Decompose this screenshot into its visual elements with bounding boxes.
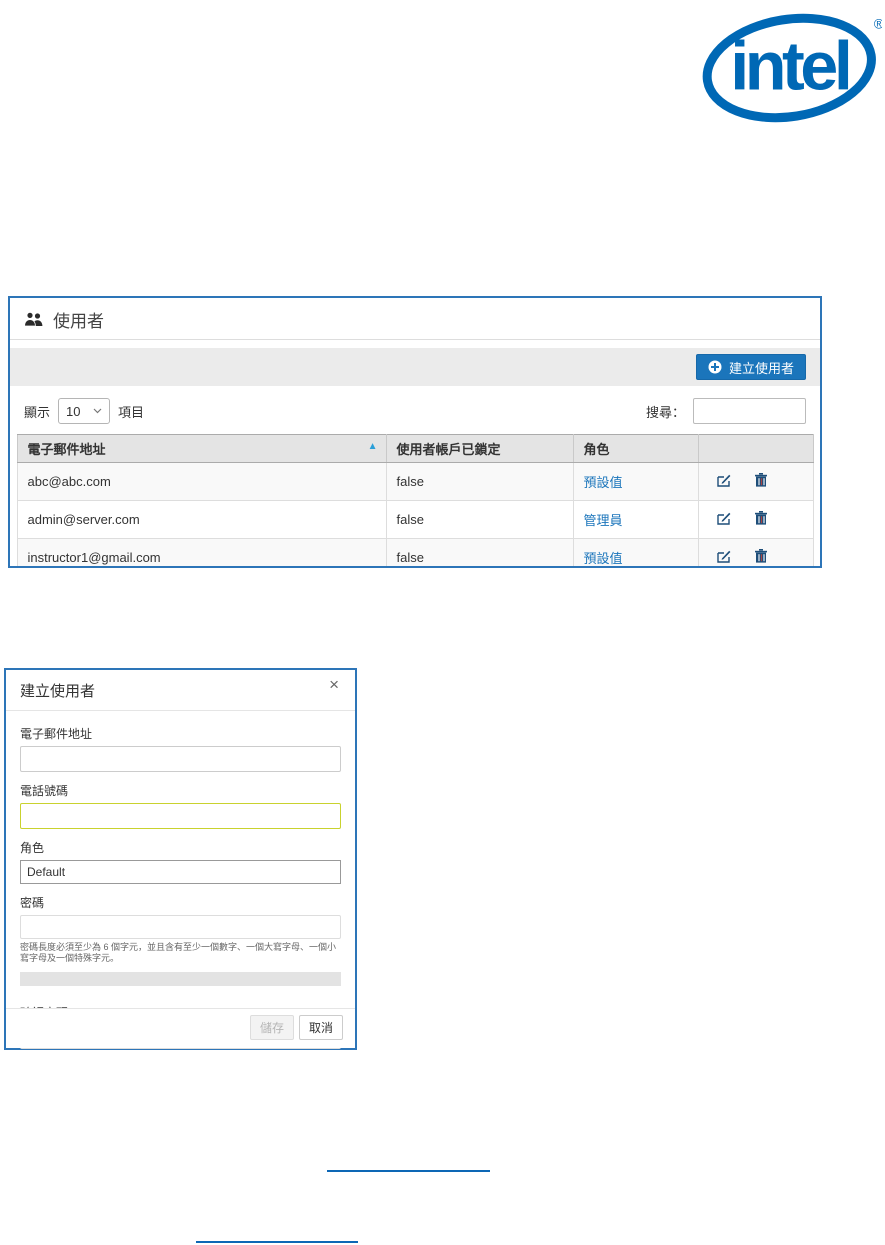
cell-locked: false <box>386 539 573 569</box>
cell-role: 預設值 <box>573 539 698 569</box>
modal-body: 電子郵件地址 電話號碼 角色 Default 密碼 密碼長度必須至少為 6 個字… <box>6 711 355 1049</box>
column-header-email[interactable]: 電子郵件地址 ▲ <box>17 435 386 463</box>
trash-icon <box>755 549 767 563</box>
show-label: 顯示 <box>24 402 50 421</box>
column-header-role-label: 角色 <box>584 442 610 457</box>
page-size-select[interactable]: 10 <box>58 398 110 424</box>
cell-email: abc@abc.com <box>17 463 386 501</box>
save-button[interactable]: 儲存 <box>250 1015 294 1040</box>
trash-icon <box>755 473 767 487</box>
create-user-modal: 建立使用者 × 電子郵件地址 電話號碼 角色 Default 密碼 密碼長度必須 <box>4 668 357 1050</box>
intel-logo: intel ® <box>702 8 882 128</box>
password-field-label: 密碼 <box>20 894 341 911</box>
table-row: abc@abc.com false 預設值 <box>17 463 813 501</box>
table-row: instructor1@gmail.com false 預設值 <box>17 539 813 569</box>
search-input[interactable] <box>693 398 806 424</box>
modal-title: 建立使用者 <box>20 683 95 700</box>
cell-email: admin@server.com <box>17 501 386 539</box>
intel-wordmark: intel <box>730 29 849 105</box>
table-controls: 顯示 10 項目 搜尋： <box>10 386 820 430</box>
hyperlink-underline-2[interactable] <box>196 1241 358 1243</box>
edit-user-button[interactable] <box>717 511 731 525</box>
users-toolbar: 建立使用者 <box>10 348 820 386</box>
cell-locked: false <box>386 501 573 539</box>
password-field[interactable] <box>20 915 341 939</box>
password-strength-bar <box>20 972 341 986</box>
delete-user-button[interactable] <box>755 511 767 525</box>
column-header-role[interactable]: 角色 <box>573 435 698 463</box>
password-field-group: 密碼 密碼長度必須至少為 6 個字元，並且含有至少一個數字、一個大寫字母、一個小… <box>20 894 341 965</box>
role-field-group: 角色 Default <box>20 839 341 884</box>
role-select[interactable]: Default <box>20 860 341 884</box>
cell-role: 管理員 <box>573 501 698 539</box>
role-select-value: Default <box>27 865 65 879</box>
create-user-button-label: 建立使用者 <box>729 358 794 377</box>
column-header-locked[interactable]: 使用者帳戶已鎖定 <box>386 435 573 463</box>
cell-role: 預設值 <box>573 463 698 501</box>
edit-user-button[interactable] <box>717 473 731 487</box>
sort-asc-icon: ▲ <box>368 442 378 452</box>
hyperlink-underline-1[interactable] <box>327 1170 490 1172</box>
header-divider <box>10 339 820 340</box>
modal-header: 建立使用者 × <box>6 670 355 711</box>
users-table-header-row: 電子郵件地址 ▲ 使用者帳戶已鎖定 角色 <box>17 435 813 463</box>
role-link[interactable]: 預設值 <box>584 475 623 490</box>
edit-icon <box>717 473 731 487</box>
edit-icon <box>717 511 731 525</box>
search-control: 搜尋： <box>646 398 806 424</box>
edit-user-button[interactable] <box>717 549 731 563</box>
column-header-email-label: 電子郵件地址 <box>28 442 106 457</box>
phone-field-label: 電話號碼 <box>20 782 341 799</box>
users-panel: 使用者 建立使用者 顯示 10 <box>8 296 822 568</box>
users-icon <box>24 312 44 327</box>
registered-mark: ® <box>874 16 882 31</box>
delete-user-button[interactable] <box>755 549 767 563</box>
modal-footer: 儲存 取消 <box>6 1008 355 1048</box>
cell-actions <box>698 539 813 569</box>
edit-icon <box>717 549 731 563</box>
chevron-down-icon <box>93 408 102 414</box>
email-field-group: 電子郵件地址 <box>20 725 341 772</box>
email-field[interactable] <box>20 746 341 772</box>
delete-user-button[interactable] <box>755 473 767 487</box>
close-icon[interactable]: × <box>323 675 345 694</box>
plus-circle-icon <box>708 360 722 374</box>
search-label: 搜尋： <box>646 402 685 421</box>
trash-icon <box>755 511 767 525</box>
phone-field[interactable] <box>20 803 341 829</box>
cell-locked: false <box>386 463 573 501</box>
create-user-button[interactable]: 建立使用者 <box>696 354 806 380</box>
users-panel-header: 使用者 <box>10 298 820 339</box>
intel-logo-graphic: intel ® <box>702 8 882 128</box>
cancel-button[interactable]: 取消 <box>299 1015 343 1040</box>
users-table: 電子郵件地址 ▲ 使用者帳戶已鎖定 角色 abc@abc.com <box>17 434 814 568</box>
users-panel-title: 使用者 <box>53 307 104 332</box>
page-size-control: 顯示 10 項目 <box>24 398 144 424</box>
entries-label: 項目 <box>118 402 144 421</box>
role-field-label: 角色 <box>20 839 341 856</box>
column-header-actions <box>698 435 813 463</box>
page-size-value: 10 <box>66 404 80 419</box>
role-link[interactable]: 管理員 <box>584 513 623 528</box>
document-page: intel ® 使用者 建立使用者 <box>0 0 885 1245</box>
password-hint: 密碼長度必須至少為 6 個字元，並且含有至少一個數字、一個大寫字母、一個小寫字母… <box>20 942 341 965</box>
cell-actions <box>698 501 813 539</box>
phone-field-group: 電話號碼 <box>20 782 341 829</box>
table-row: admin@server.com false 管理員 <box>17 501 813 539</box>
cell-actions <box>698 463 813 501</box>
column-header-locked-label: 使用者帳戶已鎖定 <box>397 442 501 457</box>
role-link[interactable]: 預設值 <box>584 551 623 566</box>
email-field-label: 電子郵件地址 <box>20 725 341 742</box>
cell-email: instructor1@gmail.com <box>17 539 386 569</box>
